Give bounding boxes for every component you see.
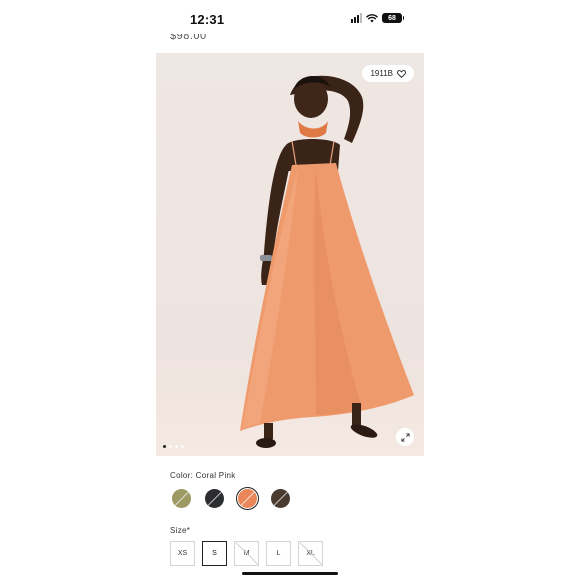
size-m[interactable]: M — [234, 541, 259, 566]
favorite-button[interactable]: 1911B — [362, 65, 414, 82]
favorites-count: 1911B — [370, 69, 393, 78]
status-icons: 68 — [351, 13, 404, 23]
swatch-sage[interactable] — [170, 487, 193, 510]
signal-icon — [351, 13, 362, 23]
color-label: Color: Coral Pink — [170, 471, 236, 480]
carousel-dot[interactable] — [175, 445, 178, 448]
expand-icon — [400, 432, 410, 442]
size-s[interactable]: S — [202, 541, 227, 566]
status-time: 12:31 — [190, 12, 225, 27]
size-l[interactable]: L — [266, 541, 291, 566]
color-swatches — [170, 487, 292, 510]
phone-screen: 12:31 68 $98.00 1911B Color: Coral Pink … — [156, 0, 424, 580]
carousel-dot[interactable] — [181, 445, 184, 448]
home-indicator[interactable] — [242, 572, 338, 575]
swatch-brown[interactable] — [269, 487, 292, 510]
carousel-dots[interactable] — [163, 445, 184, 448]
battery-icon: 68 — [382, 13, 404, 23]
size-options: XS S M L XL — [170, 541, 323, 566]
swatch-black[interactable] — [203, 487, 226, 510]
wifi-icon — [366, 14, 378, 23]
carousel-dot[interactable] — [163, 445, 166, 448]
heart-icon — [397, 69, 406, 78]
swatch-coral-pink[interactable] — [236, 487, 259, 510]
size-xl[interactable]: XL — [298, 541, 323, 566]
carousel-dot[interactable] — [169, 445, 172, 448]
expand-image-button[interactable] — [396, 428, 414, 446]
product-price: $98.00 — [170, 34, 207, 42]
size-xs[interactable]: XS — [170, 541, 195, 566]
model-photo — [240, 75, 414, 448]
product-image[interactable]: 1911B — [156, 53, 424, 456]
size-label: Size* — [170, 526, 191, 535]
